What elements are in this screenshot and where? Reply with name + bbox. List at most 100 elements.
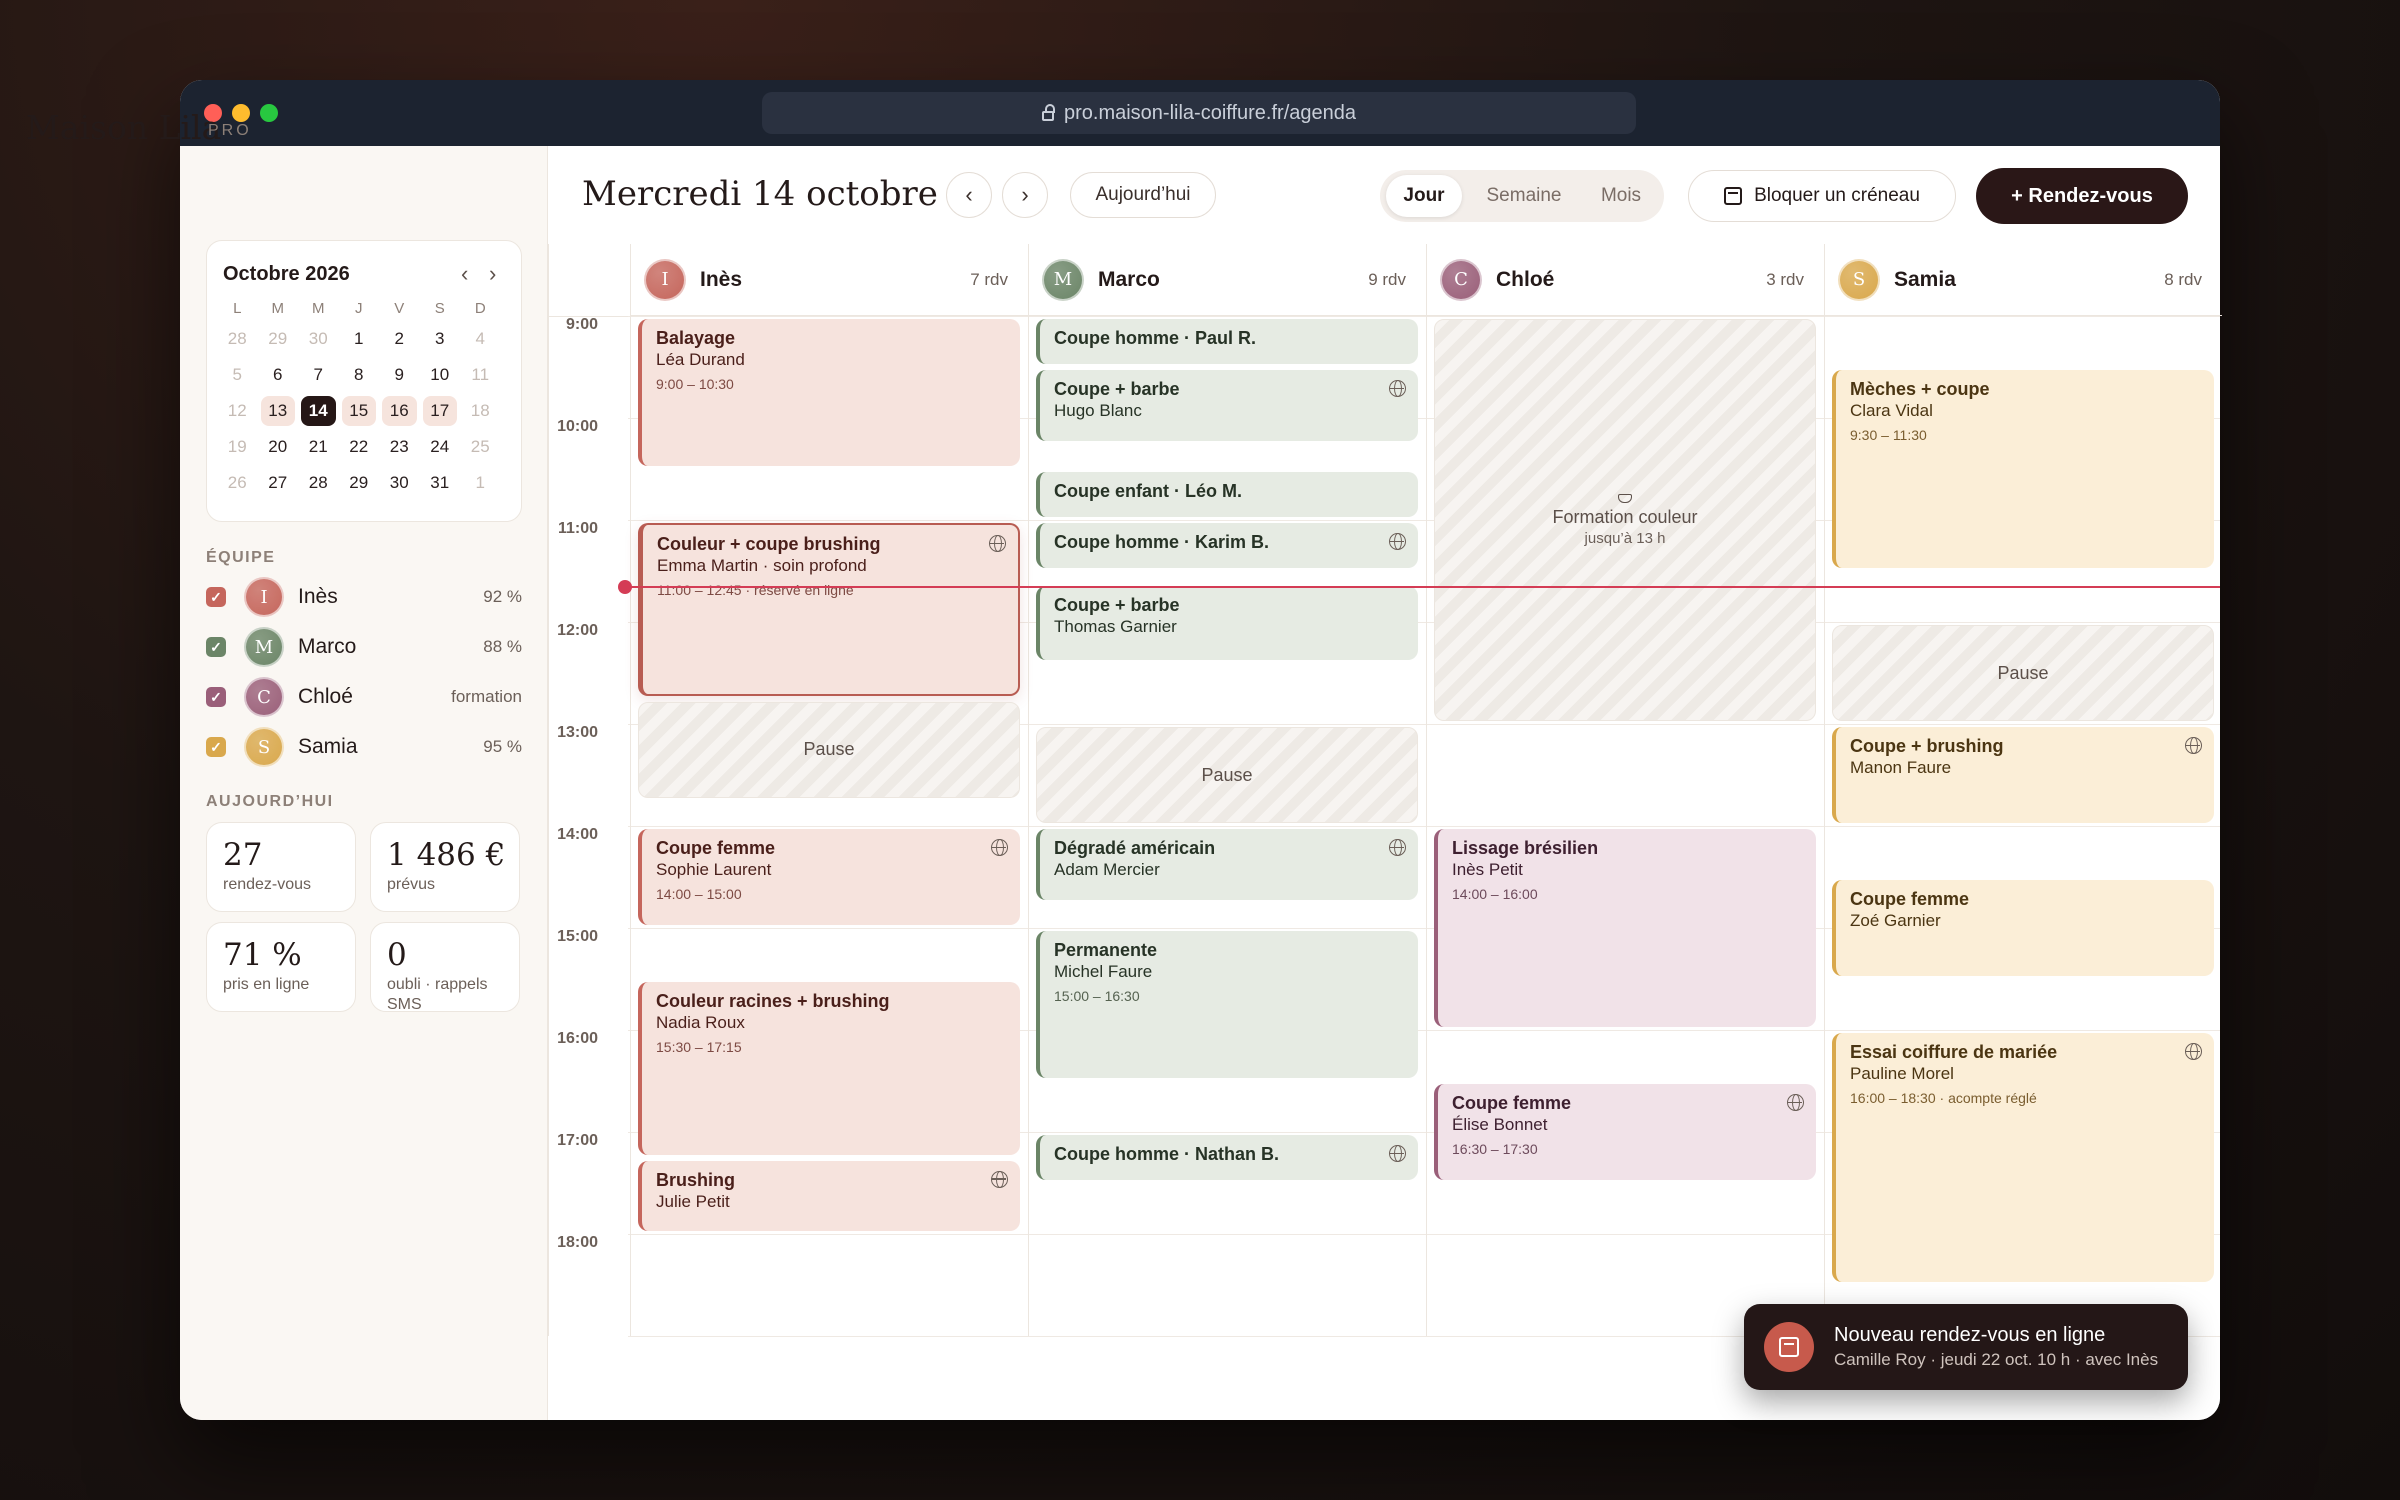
appointment-card[interactable]: Couleur racines + brushing Nadia Roux 15:3… xyxy=(638,982,1020,1155)
prev-day-button[interactable]: ‹ xyxy=(946,172,992,218)
mini-calendar-day[interactable]: 5 xyxy=(217,357,258,393)
appointment-card[interactable]: Coupe femme Élise Bonnet 16:30 – 17:30 xyxy=(1434,1084,1816,1180)
appointment-card[interactable]: Essai coiffure de mariée Pauline Morel 16:… xyxy=(1832,1033,2214,1282)
appointment-card[interactable]: Coupe enfant · Léo M. xyxy=(1036,472,1418,517)
checkbox-checked-icon[interactable]: ✓ xyxy=(206,637,226,657)
training-block[interactable]: Formation couleur jusqu’à 13 h xyxy=(1434,319,1816,721)
appointment-card[interactable]: Coupe homme · Nathan B. xyxy=(1036,1135,1418,1180)
today-button[interactable]: Aujourd’hui xyxy=(1070,172,1216,218)
mini-calendar-day[interactable]: 27 xyxy=(258,465,299,501)
appointment-service: Coupe + barbe xyxy=(1054,379,1180,399)
appointment-card-selected[interactable]: Couleur + coupe brushing Emma Martin · so… xyxy=(638,523,1020,696)
mini-calendar-day[interactable]: 15 xyxy=(339,393,380,429)
block-slot-button[interactable]: Bloquer un créneau xyxy=(1688,170,1956,222)
team-member-name: Samia xyxy=(298,735,358,758)
mini-calendar-day[interactable]: 31 xyxy=(420,465,461,501)
globe-online-booking-icon xyxy=(1389,839,1406,856)
break-block[interactable]: Pause xyxy=(1036,727,1418,823)
mini-calendar-day[interactable]: 23 xyxy=(379,429,420,465)
mini-calendar-day[interactable]: 20 xyxy=(258,429,299,465)
staff-column-header[interactable]: C Chloé 3 rdv xyxy=(1426,244,1824,316)
appointment-time: 16:30 – 17:30 xyxy=(1452,1141,1538,1157)
mini-calendar-next-button[interactable]: › xyxy=(489,261,496,287)
appointment-card[interactable]: Coupe + barbe Thomas Garnier xyxy=(1036,586,1418,660)
staff-column-header[interactable]: M Marco 9 rdv xyxy=(1028,244,1426,316)
stat-value: 0 xyxy=(387,937,407,973)
view-month-tab[interactable]: Mois xyxy=(1584,175,1658,217)
mini-calendar-day[interactable]: 16 xyxy=(379,393,420,429)
new-appointment-button[interactable]: + Rendez-vous xyxy=(1976,168,2188,224)
appointment-card[interactable]: Permanente Michel Faure 15:00 – 16:30 xyxy=(1036,931,1418,1078)
appointment-card[interactable]: Coupe homme · Paul R. xyxy=(1036,319,1418,364)
mini-calendar-day[interactable]: 25 xyxy=(460,429,501,465)
view-day-tab[interactable]: Jour xyxy=(1386,175,1462,217)
mini-calendar-day[interactable]: 12 xyxy=(217,393,258,429)
brand-tag: PRO xyxy=(208,122,252,139)
mini-calendar-day[interactable]: 28 xyxy=(217,321,258,357)
mini-calendar-day[interactable]: 10 xyxy=(420,357,461,393)
appointment-card[interactable]: Coupe + barbe Hugo Blanc xyxy=(1036,370,1418,441)
mini-calendar-day[interactable]: 19 xyxy=(217,429,258,465)
mini-calendar-day[interactable]: 24 xyxy=(420,429,461,465)
view-week-tab[interactable]: Semaine xyxy=(1468,175,1580,217)
appointment-service: Couleur racines + brushing xyxy=(656,991,890,1011)
team-member-1[interactable]: ✓ M Marco 88 % xyxy=(206,627,522,667)
checkbox-checked-icon[interactable]: ✓ xyxy=(206,587,226,607)
staff-column-header[interactable]: S Samia 8 rdv xyxy=(1824,244,2222,316)
address-bar[interactable]: pro.maison-lila-coiffure.fr/agenda xyxy=(762,92,1636,134)
mini-calendar-day[interactable]: 13 xyxy=(258,393,299,429)
mini-calendar-day[interactable]: 29 xyxy=(258,321,299,357)
staff-column-header[interactable]: I Inès 7 rdv xyxy=(630,244,1028,316)
team-member-3[interactable]: ✓ S Samia 95 % xyxy=(206,727,522,767)
mini-calendar-day[interactable]: 1 xyxy=(460,465,501,501)
appointment-card[interactable]: Coupe femme Zoé Garnier xyxy=(1832,880,2214,976)
notification-toast[interactable]: Nouveau rendez-vous en ligne Camille Roy… xyxy=(1744,1304,2188,1390)
mini-calendar-day[interactable]: 30 xyxy=(298,321,339,357)
mini-calendar-today[interactable]: 14 xyxy=(298,393,339,429)
mini-calendar-day[interactable]: 21 xyxy=(298,429,339,465)
mini-calendar-day[interactable]: 22 xyxy=(339,429,380,465)
mini-calendar-prev-button[interactable]: ‹ xyxy=(461,261,468,287)
mini-calendar-day[interactable]: 30 xyxy=(379,465,420,501)
mini-calendar-day[interactable]: 18 xyxy=(460,393,501,429)
appointment-card[interactable]: Balayage Léa Durand 9:00 – 10:30 xyxy=(638,319,1020,466)
maximize-window-button[interactable] xyxy=(260,104,278,122)
minimize-window-button[interactable] xyxy=(232,104,250,122)
day-number: 12 xyxy=(227,401,247,420)
day-number: 31 xyxy=(430,473,450,492)
mini-calendar-day[interactable]: 17 xyxy=(420,393,461,429)
mini-calendar-day[interactable]: 6 xyxy=(258,357,299,393)
mini-calendar-day[interactable]: 11 xyxy=(460,357,501,393)
mini-calendar-day[interactable]: 1 xyxy=(339,321,380,357)
appointment-client: Sophie Laurent xyxy=(656,860,772,879)
mini-calendar-day[interactable]: 9 xyxy=(379,357,420,393)
mini-calendar-day[interactable]: 7 xyxy=(298,357,339,393)
mini-calendar-day[interactable]: 29 xyxy=(339,465,380,501)
appointment-card[interactable]: Lissage brésilien Inès Petit 14:00 – 16:00 xyxy=(1434,829,1816,1027)
hour-label: 17:00 xyxy=(557,1132,598,1149)
appointment-card[interactable]: Coupe + brushing Manon Faure xyxy=(1832,727,2214,823)
checkbox-checked-icon[interactable]: ✓ xyxy=(206,737,226,757)
mini-calendar-day[interactable]: 2 xyxy=(379,321,420,357)
mini-calendar-day[interactable]: 28 xyxy=(298,465,339,501)
appointment-card[interactable]: Coupe homme · Karim B. xyxy=(1036,523,1418,568)
mini-calendar-day[interactable]: 3 xyxy=(420,321,461,357)
team-member-2[interactable]: ✓ C Chloé formation xyxy=(206,677,522,717)
break-block[interactable]: Pause xyxy=(638,701,1020,798)
team-member-0[interactable]: ✓ I Inès 92 % xyxy=(206,577,522,617)
day-number: 1 xyxy=(475,473,485,492)
mini-calendar-day[interactable]: 4 xyxy=(460,321,501,357)
break-block[interactable]: Pause xyxy=(1832,625,2214,721)
appointment-service: Coupe enfant · Léo M. xyxy=(1054,481,1242,501)
next-day-button[interactable]: › xyxy=(1002,172,1048,218)
mini-calendar-day[interactable]: 26 xyxy=(217,465,258,501)
appointment-card[interactable]: Coupe femme Sophie Laurent 14:00 – 15:00 xyxy=(638,829,1020,925)
weekday-label: V xyxy=(394,300,405,317)
appointment-card[interactable]: Brushing Julie Petit xyxy=(638,1160,1020,1231)
appointment-card[interactable]: Dégradé américain Adam Mercier xyxy=(1036,829,1418,900)
appointment-card[interactable]: Mèches + coupe Clara Vidal 9:30 – 11:30 xyxy=(1832,370,2214,568)
appointment-count: 8 rdv xyxy=(2164,269,2202,289)
column-divider xyxy=(548,244,549,1336)
checkbox-checked-icon[interactable]: ✓ xyxy=(206,687,226,707)
mini-calendar-day[interactable]: 8 xyxy=(339,357,380,393)
